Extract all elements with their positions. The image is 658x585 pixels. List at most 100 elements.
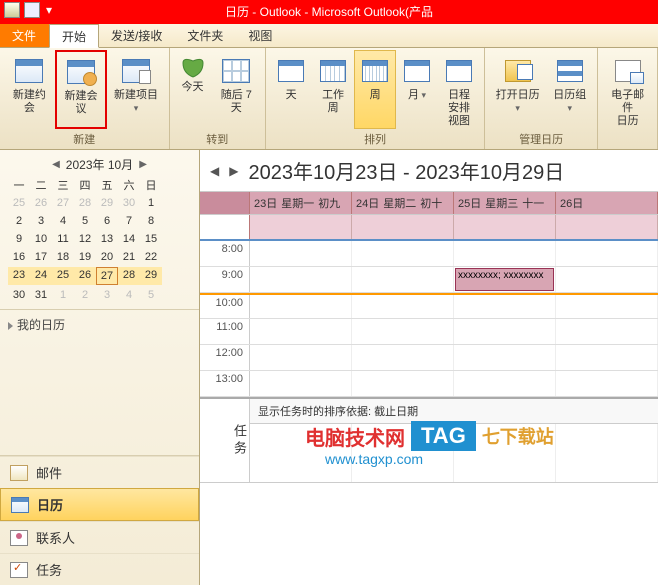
workweek-view-button[interactable]: 工作周 bbox=[312, 50, 354, 129]
week-view-button[interactable]: 周 bbox=[354, 50, 396, 129]
time-cell[interactable] bbox=[250, 345, 352, 370]
datepicker-day[interactable]: 31 bbox=[30, 287, 52, 303]
datepicker-day[interactable]: 27 bbox=[96, 267, 118, 285]
month-view-button[interactable]: 月 bbox=[396, 50, 438, 129]
datepicker-day[interactable]: 10 bbox=[30, 231, 52, 247]
datepicker-day[interactable]: 22 bbox=[140, 249, 162, 265]
time-cell[interactable] bbox=[352, 319, 454, 344]
datepicker-day[interactable]: 3 bbox=[96, 287, 118, 303]
time-cell[interactable] bbox=[454, 295, 556, 318]
datepicker-day[interactable]: 4 bbox=[52, 213, 74, 229]
calendar-groups-button[interactable]: 日历组 bbox=[546, 50, 593, 129]
datepicker-day[interactable]: 8 bbox=[140, 213, 162, 229]
day-header[interactable]: 23日星期一初九 bbox=[250, 192, 352, 214]
time-cell[interactable] bbox=[454, 241, 556, 266]
datepicker-day[interactable]: 4 bbox=[118, 287, 140, 303]
day-header[interactable]: 25日星期三十一 bbox=[454, 192, 556, 214]
time-cell[interactable] bbox=[250, 371, 352, 396]
time-cell[interactable] bbox=[556, 241, 658, 266]
time-cell[interactable] bbox=[454, 319, 556, 344]
datepicker-day[interactable]: 9 bbox=[8, 231, 30, 247]
time-cell[interactable] bbox=[352, 345, 454, 370]
datepicker-day[interactable]: 23 bbox=[8, 267, 30, 285]
email-calendar-button[interactable]: 电子邮件 日历 bbox=[602, 50, 653, 133]
datepicker-day[interactable]: 15 bbox=[140, 231, 162, 247]
datepicker-day[interactable]: 29 bbox=[96, 195, 118, 211]
datepicker-day[interactable]: 1 bbox=[52, 287, 74, 303]
datepicker-day[interactable]: 25 bbox=[8, 195, 30, 211]
nav-tasks[interactable]: 任务 bbox=[0, 553, 199, 585]
datepicker-day[interactable]: 16 bbox=[8, 249, 30, 265]
datepicker-day[interactable]: 19 bbox=[74, 249, 96, 265]
nav-mail[interactable]: 邮件 bbox=[0, 456, 199, 488]
time-cell[interactable] bbox=[556, 295, 658, 318]
time-cell[interactable] bbox=[352, 371, 454, 396]
time-cell[interactable] bbox=[250, 241, 352, 266]
datepicker-day[interactable]: 2 bbox=[8, 213, 30, 229]
nav-contacts[interactable]: 联系人 bbox=[0, 521, 199, 553]
datepicker-day[interactable]: 27 bbox=[52, 195, 74, 211]
datepicker-day[interactable]: 5 bbox=[140, 287, 162, 303]
new-item-button[interactable]: 新建项目 bbox=[107, 50, 164, 129]
time-cell[interactable] bbox=[454, 345, 556, 370]
time-cell[interactable] bbox=[250, 267, 352, 292]
open-calendar-button[interactable]: 打开日历 bbox=[489, 50, 546, 129]
allday-row[interactable] bbox=[200, 215, 658, 241]
datepicker-day[interactable]: 5 bbox=[74, 213, 96, 229]
datepicker-day[interactable]: 25 bbox=[52, 267, 74, 285]
datepicker-day[interactable]: 30 bbox=[118, 195, 140, 211]
tab-folder[interactable]: 文件夹 bbox=[175, 24, 236, 47]
day-header[interactable]: 26日 bbox=[556, 192, 658, 214]
qat-send-receive-icon[interactable] bbox=[4, 2, 20, 18]
datepicker-day[interactable]: 30 bbox=[8, 287, 30, 303]
prev-month-button[interactable]: ◀ bbox=[52, 159, 60, 170]
qat-customize-icon[interactable]: ▾ bbox=[44, 2, 54, 18]
time-cell[interactable] bbox=[556, 319, 658, 344]
datepicker-day[interactable]: 13 bbox=[96, 231, 118, 247]
datepicker-day[interactable]: 21 bbox=[118, 249, 140, 265]
my-calendars-header[interactable]: 我的日历 bbox=[0, 309, 199, 339]
tab-file[interactable]: 文件 bbox=[0, 24, 49, 47]
datepicker-day[interactable]: 17 bbox=[30, 249, 52, 265]
next-week-button[interactable]: ▶ bbox=[229, 164, 238, 178]
time-cell[interactable] bbox=[556, 371, 658, 396]
time-cell[interactable] bbox=[250, 319, 352, 344]
datepicker-day[interactable]: 2 bbox=[74, 287, 96, 303]
time-cell[interactable] bbox=[454, 371, 556, 396]
datepicker-day[interactable]: 26 bbox=[74, 267, 96, 285]
datepicker-day[interactable]: 24 bbox=[30, 267, 52, 285]
datepicker-day[interactable]: 3 bbox=[30, 213, 52, 229]
qat-undo-icon[interactable] bbox=[24, 2, 40, 18]
datepicker-day[interactable]: 20 bbox=[96, 249, 118, 265]
new-meeting-button[interactable]: 新建会议 bbox=[55, 50, 108, 129]
datepicker-day[interactable]: 18 bbox=[52, 249, 74, 265]
datepicker-day[interactable]: 7 bbox=[118, 213, 140, 229]
new-appointment-button[interactable]: 新建约会 bbox=[4, 50, 55, 129]
time-cell[interactable] bbox=[250, 295, 352, 318]
datepicker-day[interactable]: 1 bbox=[140, 195, 162, 211]
tab-send-receive[interactable]: 发送/接收 bbox=[99, 24, 175, 47]
day-view-button[interactable]: 天 bbox=[270, 50, 312, 129]
time-cell[interactable]: xxxxxxxx; xxxxxxxx bbox=[454, 267, 556, 292]
time-cell[interactable] bbox=[352, 295, 454, 318]
today-button[interactable]: 今天 bbox=[174, 50, 212, 129]
datepicker-day[interactable]: 6 bbox=[96, 213, 118, 229]
next-month-button[interactable]: ▶ bbox=[139, 159, 147, 170]
time-cell[interactable] bbox=[556, 267, 658, 292]
time-cell[interactable] bbox=[352, 241, 454, 266]
nav-calendar[interactable]: 日历 bbox=[0, 488, 199, 521]
datepicker-day[interactable]: 29 bbox=[140, 267, 162, 285]
datepicker-day[interactable]: 26 bbox=[30, 195, 52, 211]
calendar-event[interactable]: xxxxxxxx; xxxxxxxx bbox=[455, 268, 554, 291]
time-cell[interactable] bbox=[556, 345, 658, 370]
tab-view[interactable]: 视图 bbox=[236, 24, 285, 47]
tab-home[interactable]: 开始 bbox=[49, 24, 99, 48]
schedule-view-button[interactable]: 日程安排 视图 bbox=[438, 50, 480, 129]
prev-week-button[interactable]: ◀ bbox=[210, 164, 219, 178]
time-cell[interactable] bbox=[352, 267, 454, 292]
datepicker-day[interactable]: 28 bbox=[74, 195, 96, 211]
datepicker-day[interactable]: 11 bbox=[52, 231, 74, 247]
next-7-days-button[interactable]: 随后 7 天 bbox=[212, 50, 262, 129]
datepicker-day[interactable]: 12 bbox=[74, 231, 96, 247]
datepicker-day[interactable]: 28 bbox=[118, 267, 140, 285]
